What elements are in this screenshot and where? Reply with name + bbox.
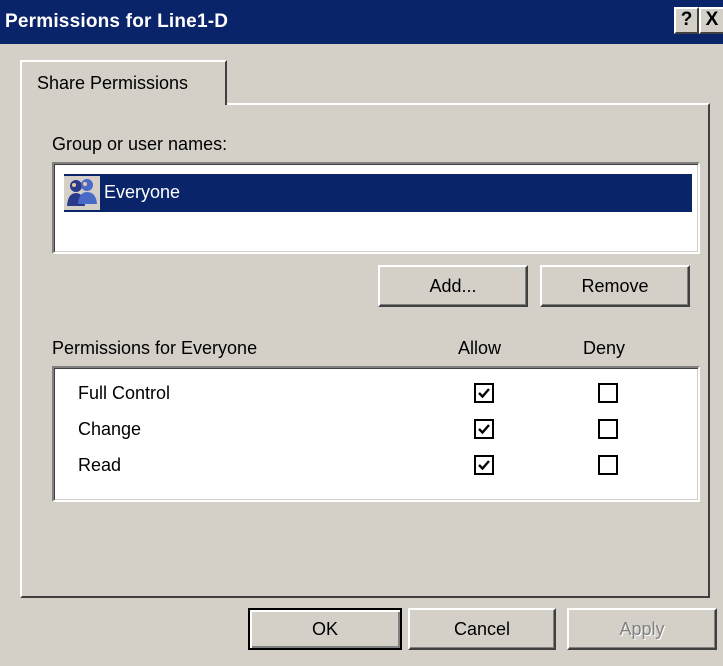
cancel-button[interactable]: Cancel: [408, 608, 556, 650]
user-name: Everyone: [104, 182, 181, 202]
add-button[interactable]: Add...: [378, 265, 528, 307]
permission-row-read: Read: [54, 449, 694, 485]
list-item[interactable]: Everyone: [64, 174, 692, 212]
deny-column-header: Deny: [583, 338, 626, 358]
permission-row-change: Change: [54, 413, 694, 449]
permissions-list: Full Control Change Read: [52, 366, 700, 502]
remove-button[interactable]: Remove: [540, 265, 690, 307]
permission-name: Change: [78, 419, 142, 439]
close-icon: X: [705, 9, 719, 30]
users-list[interactable]: Everyone: [52, 162, 700, 254]
help-icon: ?: [680, 9, 693, 30]
title-bar[interactable]: Permissions for Line1-D ? X: [0, 0, 723, 44]
tab-share-permissions[interactable]: Share Permissions: [20, 60, 227, 105]
deny-change-checkbox[interactable]: [598, 419, 618, 439]
permission-name: Read: [78, 455, 122, 475]
allow-read-checkbox[interactable]: [474, 455, 494, 475]
permission-name: Full Control: [78, 383, 171, 403]
close-button[interactable]: X: [699, 7, 723, 34]
deny-full-control-checkbox[interactable]: [598, 383, 618, 403]
tab-label: Share Permissions: [37, 73, 189, 93]
allow-change-checkbox[interactable]: [474, 419, 494, 439]
permissions-dialog: Permissions for Line1-D ? X Share Permis…: [0, 0, 723, 666]
permissions-header: Permissions for Everyone: [52, 338, 258, 358]
ok-button[interactable]: OK: [248, 608, 402, 650]
allow-full-control-checkbox[interactable]: [474, 383, 494, 403]
user-group-icon: [64, 176, 100, 210]
users-label: Group or user names:: [52, 134, 228, 154]
tab-panel: Group or user names: Everyone Add... Rem: [20, 103, 710, 598]
permission-row-full-control: Full Control: [54, 377, 694, 413]
help-button[interactable]: ?: [674, 7, 699, 34]
apply-button[interactable]: Apply: [567, 608, 717, 650]
window-title: Permissions for Line1-D: [5, 11, 229, 32]
deny-read-checkbox[interactable]: [598, 455, 618, 475]
allow-column-header: Allow: [458, 338, 502, 358]
